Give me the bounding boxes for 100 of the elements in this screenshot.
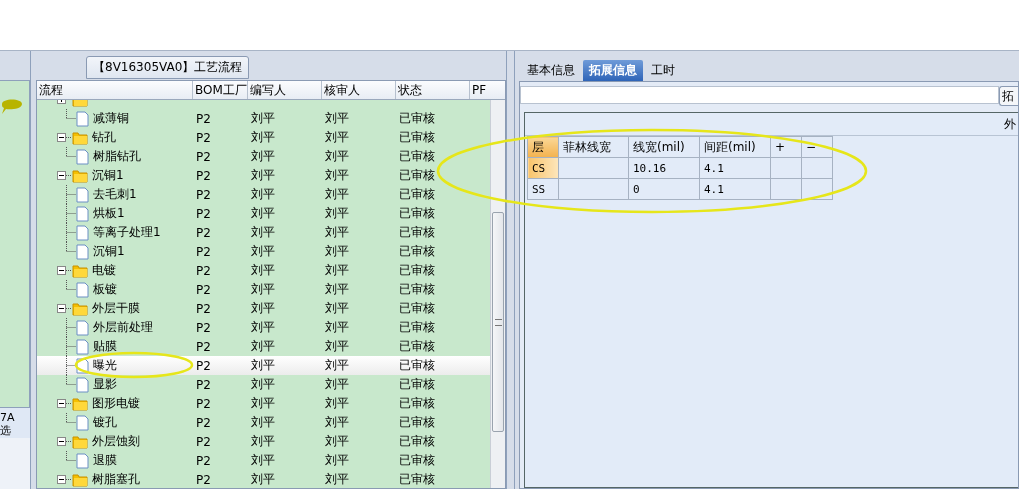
tree-line [66, 204, 76, 223]
column-header[interactable]: 层 [527, 136, 559, 158]
table-cell: 刘平 [325, 111, 349, 125]
collapse-icon[interactable] [57, 399, 71, 408]
column-header[interactable]: 菲林线宽 [558, 136, 629, 158]
table-cell: 已审核 [399, 301, 435, 315]
folder-icon [72, 396, 88, 411]
tree-row[interactable]: 贴膜 P2 刘平 刘平 已审核 [37, 337, 490, 356]
splitter-handle[interactable] [506, 51, 515, 489]
document-icon [76, 148, 89, 165]
table-cell[interactable]: SS [527, 178, 559, 200]
table-cell: P2 [196, 263, 211, 278]
column-header[interactable]: − [801, 136, 833, 158]
column-header[interactable]: 线宽(mil) [628, 136, 700, 158]
collapse-icon[interactable] [57, 171, 71, 180]
tree-row[interactable]: 减薄铜 P2 刘平 刘平 已审核 [37, 109, 490, 128]
collapse-icon[interactable] [57, 304, 71, 313]
table-cell: 刘平 [251, 377, 275, 391]
table-cell: 刘平 [251, 130, 275, 144]
collapse-icon[interactable] [57, 133, 71, 142]
column-header[interactable]: BOM工厂 [193, 81, 248, 99]
column-header[interactable]: 间距(mil) [699, 136, 771, 158]
document-icon [76, 414, 89, 431]
table-cell: P2 [196, 434, 211, 449]
tree-item-label: 沉铜1 [92, 167, 124, 184]
tree-item-label: 树脂塞孔 [92, 471, 140, 488]
table-cell: P2 [196, 415, 211, 430]
table-cell: P2 [196, 187, 211, 202]
tree-row[interactable]: 树脂钻孔 P2 刘平 刘平 已审核 [37, 147, 490, 166]
table-cell: 已审核 [399, 111, 435, 125]
table-cell[interactable]: CS [527, 157, 559, 179]
table-cell: 刘平 [251, 415, 275, 429]
table-cell: 刘平 [251, 396, 275, 410]
table-cell: 刘平 [251, 187, 275, 201]
column-header[interactable]: 核审人 [322, 81, 396, 99]
table-cell: 刘平 [251, 358, 275, 372]
tree-row[interactable]: 沉铜1 P2 刘平 刘平 已审核 [37, 242, 490, 261]
document-icon [76, 319, 89, 336]
table-cell: 刘平 [251, 263, 275, 277]
column-header[interactable]: 编写人 [248, 81, 322, 99]
tab[interactable]: 拓展信息 [583, 60, 643, 81]
tree-row[interactable]: 等离子处理1 P2 刘平 刘平 已审核 [37, 223, 490, 242]
table-cell: 已审核 [399, 206, 435, 220]
folder-icon [72, 130, 88, 145]
scroll-thumb[interactable] [492, 212, 504, 432]
tab[interactable]: 基本信息 [521, 60, 581, 81]
panel-title-tab[interactable]: 【8V16305VA0】工艺流程 [86, 56, 250, 79]
table-cell: 刘平 [251, 434, 275, 448]
document-icon [76, 224, 89, 241]
tree-item-label: 电镀 [92, 262, 116, 279]
table-cell: P2 [196, 472, 211, 487]
header-text: 选 [0, 424, 12, 437]
tree-row[interactable]: 烘板1 P2 刘平 刘平 已审核 [37, 204, 490, 223]
tree-row[interactable]: 显影 P2 刘平 刘平 已审核 [37, 375, 490, 394]
tree-item-label: 显影 [93, 376, 117, 393]
tree-row[interactable]: 树脂塞孔 P2 刘平 刘平 已审核 [37, 470, 490, 488]
tree-row[interactable]: 电镀 P2 刘平 刘平 已审核 [37, 261, 490, 280]
input-field[interactable] [520, 86, 999, 104]
table-cell: P2 [196, 244, 211, 259]
collapse-icon[interactable] [57, 475, 71, 484]
tree-row[interactable]: 曝光 P2 刘平 刘平 已审核 [37, 356, 490, 375]
table-cell: 已审核 [399, 282, 435, 296]
tab[interactable]: 工时 [645, 60, 681, 81]
table-cell: 刘平 [325, 377, 349, 391]
side-button[interactable]: 拓 [999, 86, 1018, 106]
table-cell: 已审核 [399, 377, 435, 391]
table-cell: P2 [196, 225, 211, 240]
column-header[interactable]: PF [470, 81, 505, 99]
tree-row[interactable]: 镀孔 P2 刘平 刘平 已审核 [37, 413, 490, 432]
tree-row[interactable]: 外层干膜 P2 刘平 刘平 已审核 [37, 299, 490, 318]
tree-row[interactable]: 外层前处理 P2 刘平 刘平 已审核 [37, 318, 490, 337]
tree-line [66, 280, 76, 290]
collapse-icon[interactable] [57, 266, 71, 275]
tree-row[interactable]: 退膜 P2 刘平 刘平 已审核 [37, 451, 490, 470]
table-cell: 刘平 [251, 149, 275, 163]
table-cell: 刘平 [325, 339, 349, 353]
document-icon [76, 357, 89, 374]
document-icon [76, 281, 89, 298]
table-cell: P2 [196, 206, 211, 221]
table-cell: 4.1 [699, 178, 771, 200]
tree-row[interactable]: 沉铜1 P2 刘平 刘平 已审核 [37, 166, 490, 185]
table-cell: P2 [196, 149, 211, 164]
tree-row[interactable]: 图形电镀 P2 刘平 刘平 已审核 [37, 394, 490, 413]
scrollbar[interactable] [490, 100, 505, 488]
table-cell: P2 [196, 377, 211, 392]
tree-row[interactable]: 板镀 P2 刘平 刘平 已审核 [37, 280, 490, 299]
tree-row[interactable]: 去毛刺1 P2 刘平 刘平 已审核 [37, 185, 490, 204]
tree-item-label: 去毛刺1 [93, 186, 137, 203]
tree-item-label: 外层干膜 [92, 300, 140, 317]
table-cell: 刘平 [325, 453, 349, 467]
table-cell: 刘平 [325, 301, 349, 315]
tree-row[interactable]: 外层蚀刻 P2 刘平 刘平 已审核 [37, 432, 490, 451]
document-icon [76, 243, 89, 260]
tree-row[interactable]: 钻孔 P2 刘平 刘平 已审核 [37, 128, 490, 147]
collapse-icon[interactable] [57, 437, 71, 446]
column-header[interactable]: 流程 [37, 81, 193, 99]
column-header[interactable]: 状态 [396, 81, 470, 99]
document-icon [76, 452, 89, 469]
table-cell: 已审核 [399, 168, 435, 182]
column-header[interactable]: + [770, 136, 802, 158]
